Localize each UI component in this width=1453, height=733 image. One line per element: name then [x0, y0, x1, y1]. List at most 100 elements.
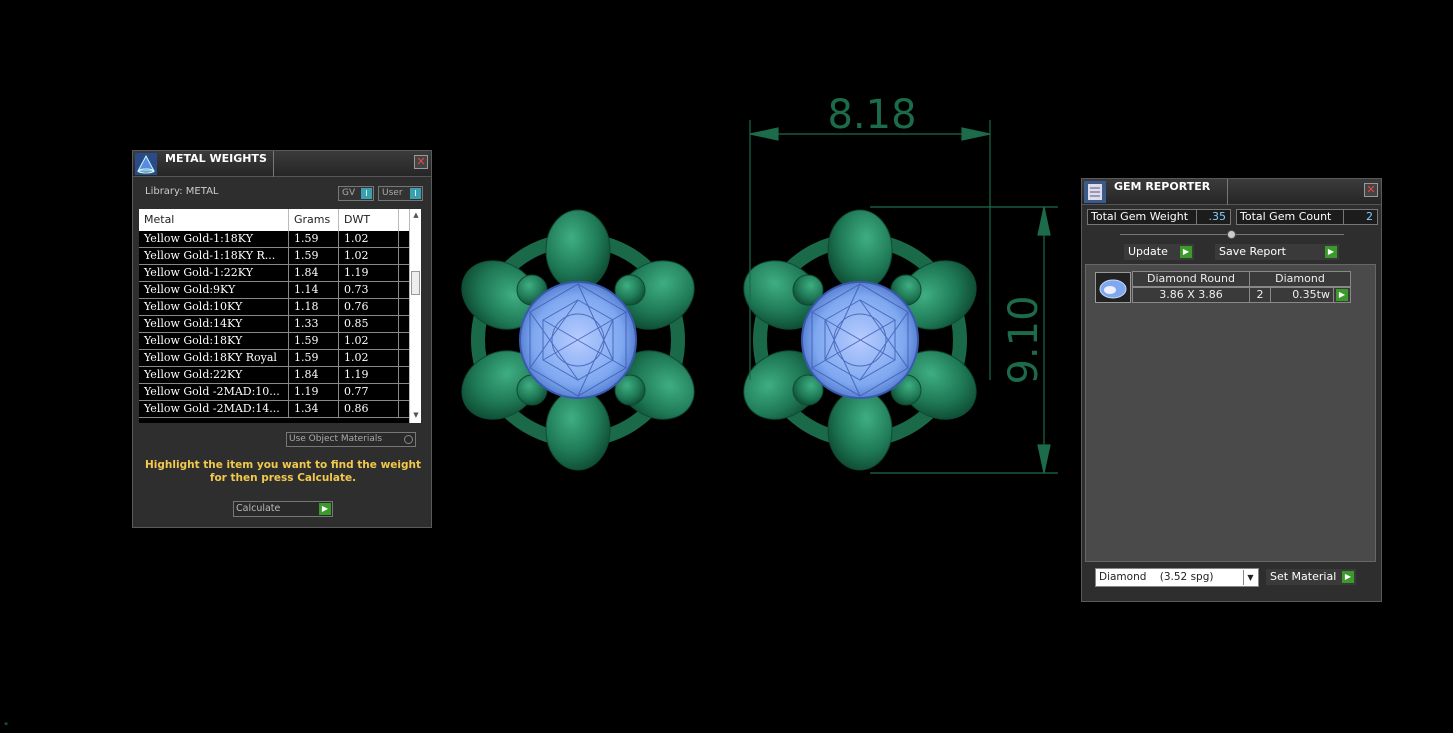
material-select[interactable]: Diamond (3.52 spg) ▼	[1095, 568, 1259, 587]
calculate-button[interactable]: Calculate ▶	[233, 501, 333, 517]
column-header-dwt[interactable]: DWT	[339, 209, 399, 231]
scroll-down-icon[interactable]: ▼	[411, 411, 421, 421]
gem-reporter-panel: GEM REPORTER ✕ Total Gem Weight .35 Tota…	[1081, 178, 1382, 602]
gem-details-button[interactable]: ▶	[1333, 287, 1351, 303]
grams-cell: 1.34	[289, 401, 339, 417]
grams-cell: 1.59	[289, 248, 339, 264]
gv-toggle-label: GV	[342, 188, 356, 198]
gem-count: 2	[1249, 287, 1271, 303]
dwt-cell: 0.85	[339, 316, 399, 332]
total-gem-weight: Total Gem Weight .35	[1087, 209, 1231, 225]
use-object-materials-label: Use Object Materials	[289, 434, 383, 444]
user-toggle-indicator: I	[410, 188, 421, 199]
dwt-cell: 1.02	[339, 350, 399, 366]
grams-cell: 1.84	[289, 367, 339, 383]
scroll-up-icon[interactable]: ▲	[411, 211, 421, 221]
total-gem-count: Total Gem Count 2	[1236, 209, 1378, 225]
total-gem-weight-label: Total Gem Weight	[1091, 210, 1189, 223]
grams-cell: 1.14	[289, 282, 339, 298]
total-gem-count-value: 2	[1343, 210, 1377, 224]
metal-name-cell: Yellow Gold:18KY Royal	[139, 350, 289, 366]
dwt-cell: 0.76	[339, 299, 399, 315]
calculate-label: Calculate	[236, 503, 281, 514]
table-row[interactable]: Yellow Gold:22KY 1.84 1.19	[139, 367, 421, 384]
dwt-cell: 1.19	[339, 367, 399, 383]
play-icon[interactable]: ▶	[1180, 246, 1192, 258]
metal-name-cell: Yellow Gold:10KY	[139, 299, 289, 315]
table-row[interactable]: Yellow Gold:9KY 1.14 0.73	[139, 282, 421, 299]
table-row[interactable]: Yellow Gold -2MAD:10... 1.19 0.77	[139, 384, 421, 401]
total-gem-weight-value: .35	[1196, 210, 1230, 224]
save-report-label: Save Report	[1219, 245, 1286, 258]
metal-name-cell: Yellow Gold:18KY	[139, 333, 289, 349]
close-icon[interactable]: ✕	[1364, 183, 1378, 197]
table-row[interactable]: Yellow Gold-1:22KY 1.84 1.19	[139, 265, 421, 282]
set-material-button[interactable]: Set Material ▶	[1266, 569, 1356, 585]
gem-weight: 0.35tw	[1270, 287, 1334, 303]
grams-cell: 1.18	[289, 299, 339, 315]
gem-reporter-titlebar[interactable]: GEM REPORTER ✕	[1082, 179, 1381, 205]
library-label: Library: METAL	[145, 186, 219, 197]
gem-list[interactable]: Diamond Round Diamond 3.86 X 3.86 2 0.35…	[1085, 264, 1376, 562]
dwt-cell: 1.02	[339, 248, 399, 264]
earring-left	[449, 210, 706, 470]
table-row[interactable]: Yellow Gold:14KY 1.33 0.85	[139, 316, 421, 333]
metal-name-cell: Yellow Gold:22KY	[139, 367, 289, 383]
play-icon[interactable]: ▶	[1342, 571, 1354, 583]
metal-name-cell: Yellow Gold:9KY	[139, 282, 289, 298]
column-header-metal[interactable]: Metal	[139, 209, 289, 231]
table-row[interactable]: Yellow Gold-1:18KY R... 1.59 1.02	[139, 248, 421, 265]
gem-reporter-icon	[1084, 181, 1106, 203]
save-report-button[interactable]: Save Report ▶	[1215, 244, 1339, 260]
table-row[interactable]: Yellow Gold -2MAD:14... 1.34 0.86	[139, 401, 421, 418]
dwt-cell: 0.86	[339, 401, 399, 417]
material-select-value: Diamond (3.52 spg)	[1099, 571, 1214, 583]
grams-cell: 1.84	[289, 265, 339, 281]
metal-name-cell: Yellow Gold-1:22KY	[139, 265, 289, 281]
divider-handle[interactable]	[1227, 230, 1236, 239]
viewport-corner-marker: "	[4, 722, 9, 732]
metal-weights-panel: METAL WEIGHTS ✕ Library: METAL GV I User…	[132, 150, 432, 528]
earring-render: 8.18 9.10	[440, 92, 1058, 500]
table-scrollbar[interactable]: ▲ ▼	[409, 209, 421, 423]
metal-name-cell: Yellow Gold-1:18KY R...	[139, 248, 289, 264]
update-label: Update	[1128, 245, 1168, 258]
gv-toggle[interactable]: GV I	[338, 186, 374, 201]
grams-cell: 1.59	[289, 333, 339, 349]
dwt-cell: 1.02	[339, 333, 399, 349]
hint-text: Highlight the item you want to find the …	[145, 459, 421, 484]
use-object-materials-option[interactable]: Use Object Materials	[286, 432, 416, 447]
table-row[interactable]: Yellow Gold:18KY Royal 1.59 1.02	[139, 350, 421, 367]
table-header: Metal Grams DWT	[139, 209, 421, 231]
table-row[interactable]: Yellow Gold-1:18KY 1.59 1.02	[139, 231, 421, 248]
scroll-thumb[interactable]	[411, 271, 420, 295]
metal-weights-icon	[135, 153, 157, 175]
3d-viewport[interactable]: 8.18 9.10 METAL WEIGHTS ✕ Library: METAL…	[0, 0, 1453, 733]
grams-cell: 1.59	[289, 231, 339, 247]
grams-cell: 1.19	[289, 384, 339, 400]
set-material-label: Set Material	[1270, 570, 1337, 583]
update-button[interactable]: Update ▶	[1124, 244, 1194, 260]
metal-weights-titlebar[interactable]: METAL WEIGHTS ✕	[133, 151, 431, 177]
gem-thumbnail[interactable]	[1095, 272, 1131, 303]
metal-table[interactable]: Metal Grams DWT Yellow Gold-1:18KY 1.59 1.…	[139, 209, 421, 423]
earring-right	[731, 210, 988, 470]
close-icon[interactable]: ✕	[414, 155, 428, 169]
metal-name-cell: Yellow Gold:14KY	[139, 316, 289, 332]
gem-name: Diamond Round	[1132, 271, 1250, 287]
play-icon[interactable]: ▶	[1336, 289, 1348, 301]
chevron-down-icon[interactable]: ▼	[1243, 570, 1257, 585]
grams-cell: 1.59	[289, 350, 339, 366]
user-toggle-label: User	[382, 188, 403, 198]
table-row[interactable]: Yellow Gold:10KY 1.18 0.76	[139, 299, 421, 316]
play-icon[interactable]: ▶	[1325, 246, 1337, 258]
table-body: Yellow Gold-1:18KY 1.59 1.02 Yellow Gold-1:…	[139, 231, 421, 418]
column-header-grams[interactable]: Grams	[289, 209, 339, 231]
user-toggle[interactable]: User I	[378, 186, 423, 201]
panel-title: GEM REPORTER	[1108, 179, 1228, 205]
table-row[interactable]: Yellow Gold:18KY 1.59 1.02	[139, 333, 421, 350]
play-icon[interactable]: ▶	[319, 503, 331, 515]
width-dimension-label: 8.18	[827, 92, 916, 138]
radio-icon[interactable]	[404, 435, 413, 444]
gem-material: Diamond	[1249, 271, 1351, 287]
